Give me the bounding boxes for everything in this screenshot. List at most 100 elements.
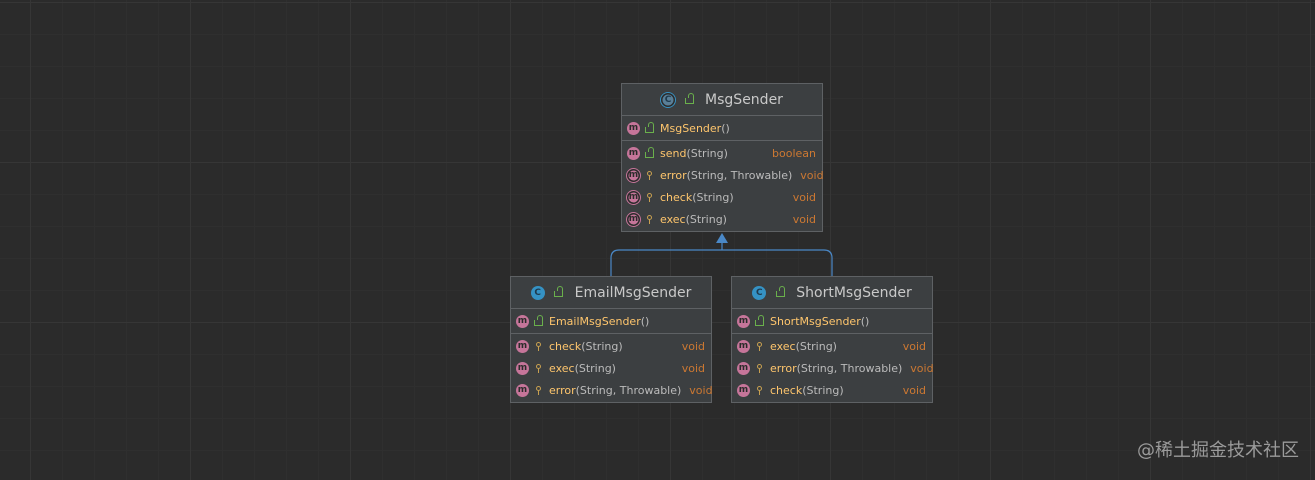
method-icon: m [516,339,529,353]
return-type: void [792,212,816,226]
protected-key-icon [536,341,541,351]
protected-key-icon [647,192,652,202]
class-node-shortmsgsender[interactable]: C ShortMsgSender m ShortMsgSender() m exec (St… [731,276,934,403]
public-lock-icon [533,314,543,326]
method-params: () [860,314,870,328]
method-name: check [770,383,803,397]
watermark: @稀土掘金技术社区 [1137,440,1299,461]
method-name: check [549,339,582,353]
return-type: void [910,361,934,375]
constructor-row[interactable]: m MsgSender() [622,117,822,139]
method-name: exec [770,339,796,353]
method-params: () [721,121,730,135]
class-node-title[interactable]: C MsgSender [622,84,822,116]
method-name: error [549,383,576,397]
public-lock-icon [554,286,564,297]
public-lock-icon [644,146,654,158]
method-params: (String) [795,339,837,353]
method-icon: m [516,314,529,328]
method-params: (String) [581,339,623,353]
method-row[interactable]: m exec (String) void [622,208,822,230]
constructors-section: m MsgSender() [622,116,822,141]
protected-visibility-icon [644,192,654,202]
protected-key-icon [757,341,762,351]
class-icon: C [752,285,767,300]
class-name: ShortMsgSender [796,284,912,301]
protected-visibility-icon [754,341,764,351]
method-row[interactable]: m error (String, Throwable) void [622,164,824,186]
method-name: error [770,361,797,375]
public-visibility-icon [754,314,764,326]
method-params: (String, Throwable) [686,168,793,182]
class-node-title[interactable]: C EmailMsgSender [511,277,711,309]
protected-visibility-icon [754,385,764,395]
public-lock-icon [644,121,654,133]
class-node-title[interactable]: C ShortMsgSender [732,277,932,309]
public-visibility-icon [554,286,564,297]
method-params: (String) [802,383,844,397]
class-node-msgsender[interactable]: C MsgSender m MsgSender() m send (String) boole… [621,83,824,232]
public-visibility-icon [533,314,543,326]
return-type: void [681,361,705,375]
protected-key-icon [647,170,652,180]
method-icon: m [627,121,640,135]
method-row[interactable]: m send (String) boolean [622,142,822,164]
constructor-row[interactable]: m ShortMsgSender() [732,310,932,332]
return-type: void [792,190,816,204]
method-params: () [640,314,650,328]
class-icon: C [530,285,545,300]
class-node-emailmsgsender[interactable]: C EmailMsgSender m EmailMsgSender() m check (S… [510,276,713,403]
public-lock-icon [754,314,764,326]
method-name: send [660,146,687,160]
return-type: void [689,383,713,397]
public-lock-icon [684,93,694,104]
inheritance-line-emailmsgsender [610,249,722,276]
public-visibility-icon [644,121,654,133]
protected-key-icon [536,363,541,373]
methods-section: m exec (String) void m error (String, Throwabl… [732,334,934,402]
method-row[interactable]: m exec (String) void [732,335,932,357]
method-icon: m [737,361,750,375]
protected-key-icon [757,363,762,373]
protected-visibility-icon [644,170,654,180]
method-params: (String, Throwable) [575,383,682,397]
method-row[interactable]: m exec (String) void [511,357,711,379]
inheritance-arrowhead [716,233,728,243]
inheritance-edges [610,233,833,276]
method-row[interactable]: m check (String) void [511,335,711,357]
uml-diagram-canvas[interactable]: C MsgSender m MsgSender() m send (String) boole… [0,0,1315,480]
constructor-row[interactable]: m EmailMsgSender() [511,310,711,332]
protected-visibility-icon [754,363,764,373]
class-name: MsgSender [705,91,783,108]
method-row[interactable]: m error (String, Throwable) void [732,357,934,379]
public-visibility-icon [775,286,785,297]
constructors-section: m EmailMsgSender() [511,309,711,334]
method-icon: m [737,339,750,353]
method-name: exec [549,361,575,375]
method-params: (String) [685,212,727,226]
constructors-section: m ShortMsgSender() [732,309,932,334]
abstract-class-icon: C [661,92,676,107]
protected-visibility-icon [644,214,654,224]
method-icon: m [627,146,640,160]
method-row[interactable]: m error (String, Throwable) void [511,379,713,401]
protected-key-icon [647,214,652,224]
method-params: (String, Throwable) [796,361,903,375]
protected-key-icon [757,385,762,395]
method-name: error [660,168,687,182]
public-visibility-icon [644,146,654,158]
method-params: (String) [686,146,728,160]
methods-section: m send (String) boolean m error (String, Throw… [622,141,824,231]
method-name: ShortMsgSender [770,314,861,328]
protected-visibility-icon [533,385,543,395]
method-row[interactable]: m check (String) void [732,379,932,401]
abstract-method-icon: m [627,212,640,226]
inheritance-line-shortmsgsender [722,249,833,276]
abstract-method-icon: m [627,190,640,204]
methods-section: m check (String) void m exec (String) void m erro… [511,334,713,402]
method-icon: m [516,383,529,397]
method-row[interactable]: m check (String) void [622,186,822,208]
return-type: void [800,168,824,182]
method-icon: m [516,361,529,375]
method-name: check [660,190,693,204]
